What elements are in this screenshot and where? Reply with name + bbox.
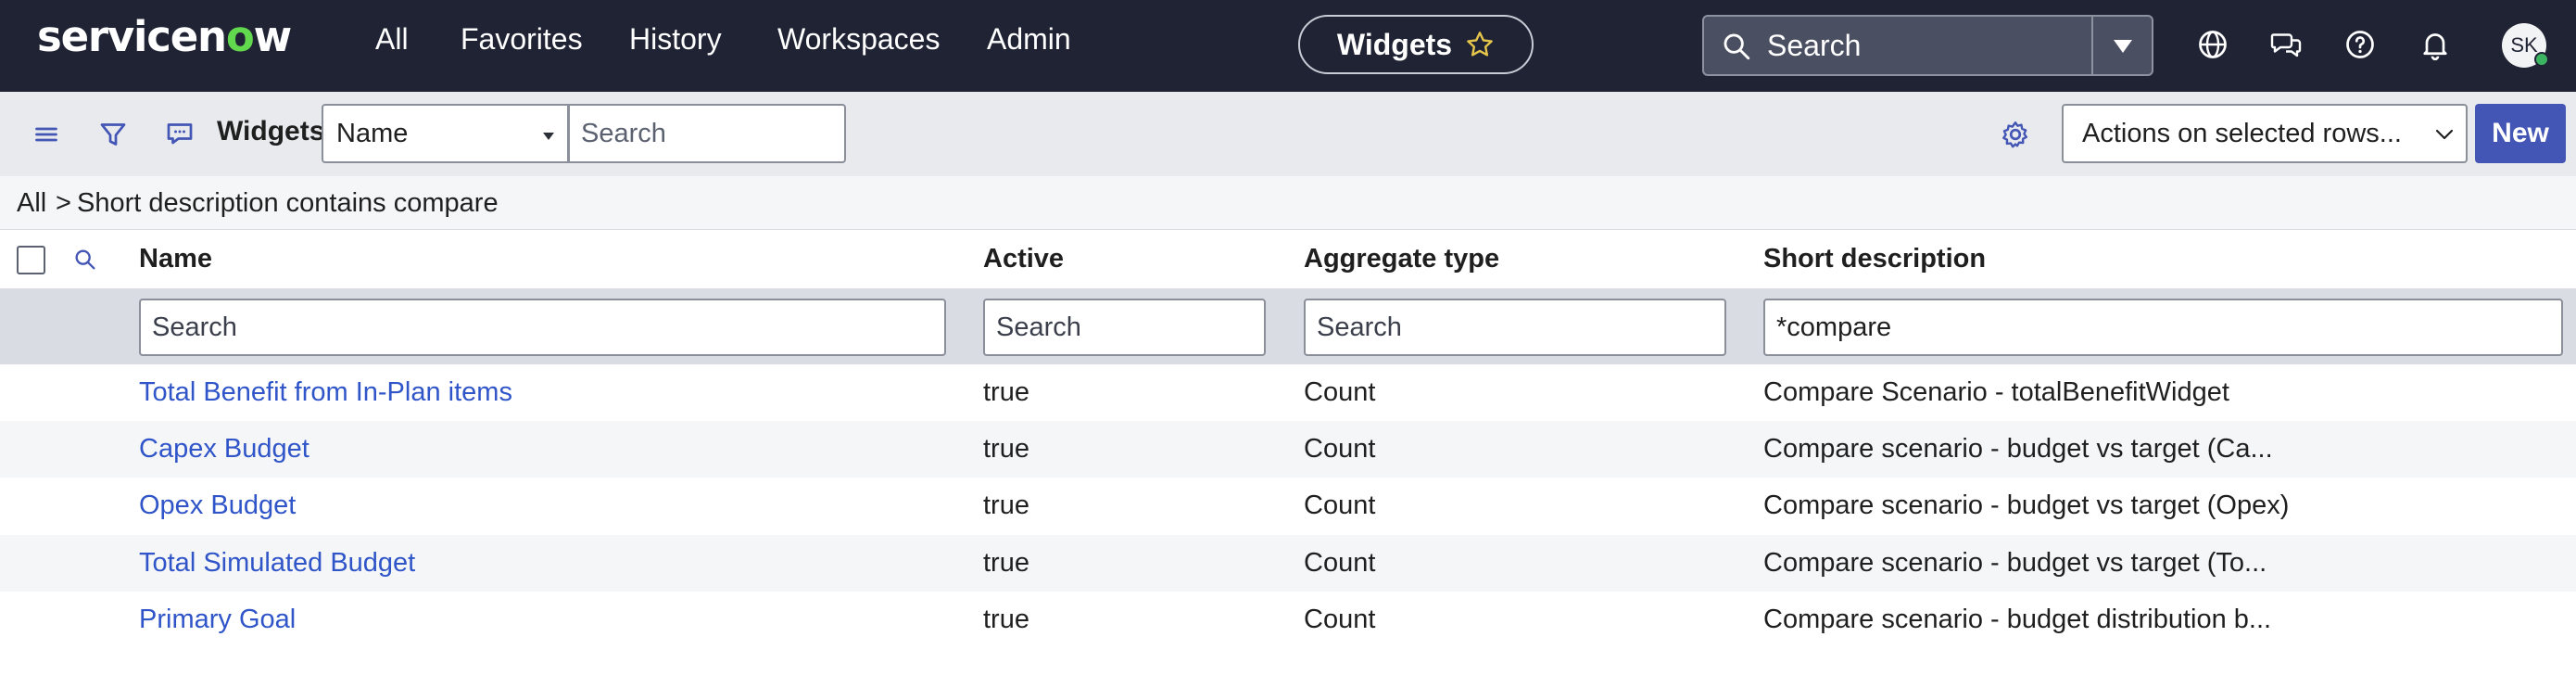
search-divider — [2091, 17, 2093, 74]
row-aggregate-type: Count — [1304, 490, 1376, 520]
column-header-active[interactable]: Active — [983, 244, 1064, 274]
row-aggregate-type: Count — [1304, 377, 1376, 407]
search-field-select[interactable]: Name — [322, 104, 569, 163]
global-search-placeholder[interactable]: Search — [1767, 29, 1861, 63]
row-short-description: Compare Scenario - totalBenefitWidget — [1763, 377, 2229, 407]
select-caret-icon — [543, 133, 554, 140]
column-header-name[interactable]: Name — [139, 244, 212, 274]
top-banner: servicenow All Favorites History Workspa… — [0, 0, 2576, 92]
column-search-toggle-icon[interactable] — [72, 247, 98, 273]
row-active: true — [983, 434, 1029, 464]
help-icon[interactable] — [2343, 28, 2377, 61]
breadcrumb-all[interactable]: All — [17, 188, 46, 219]
list-toolbar: Widgets Name Actions on selected rows...… — [0, 92, 2576, 176]
row-aggregate-type: Count — [1304, 434, 1376, 464]
actions-select-value: Actions on selected rows... — [2082, 119, 2402, 148]
presence-status-dot — [2534, 52, 2549, 67]
hamburger-menu-icon[interactable] — [30, 118, 63, 151]
nav-favorites[interactable]: Favorites — [461, 20, 583, 57]
nav-workspaces[interactable]: Workspaces — [777, 20, 940, 57]
row-active: true — [983, 490, 1029, 520]
breadcrumb-separator: > — [56, 188, 71, 218]
row-short-description: Compare scenario - budget distribution b… — [1763, 605, 2272, 634]
column-header-short-description[interactable]: Short description — [1763, 244, 1986, 274]
list-context-menu-icon[interactable] — [163, 118, 196, 151]
nav-admin[interactable]: Admin — [987, 20, 1071, 57]
nav-history[interactable]: History — [629, 20, 722, 57]
row-name-link[interactable]: Primary Goal — [139, 605, 296, 635]
row-name-link[interactable]: Total Simulated Budget — [139, 548, 415, 579]
favorite-star-icon[interactable] — [1465, 30, 1495, 59]
table-row: Total Benefit from In-Plan items true Co… — [0, 364, 2576, 421]
row-name-link[interactable]: Opex Budget — [139, 490, 296, 521]
chevron-down-icon — [2435, 129, 2454, 140]
row-name-link[interactable]: Total Benefit from In-Plan items — [139, 377, 512, 408]
servicenow-logo[interactable]: servicenow — [37, 11, 292, 63]
search-icon — [1724, 33, 1750, 60]
select-all-checkbox[interactable] — [17, 246, 45, 274]
list-search-input[interactable] — [568, 104, 846, 163]
search-scope-dropdown-icon[interactable] — [2112, 37, 2134, 56]
global-search[interactable]: Search — [1702, 15, 2153, 76]
row-short-description: Compare scenario - budget vs target (Ope… — [1763, 490, 2290, 520]
table-row: Primary Goal true Count Compare scenario… — [0, 592, 2576, 648]
table-row: Total Simulated Budget true Count Compar… — [0, 535, 2576, 592]
actions-on-selected-rows-select[interactable]: Actions on selected rows... — [2062, 104, 2468, 163]
table-row: Opex Budget true Count Compare scenario … — [0, 478, 2576, 534]
nav-all[interactable]: All — [375, 20, 409, 57]
table-row: Capex Budget true Count Compare scenario… — [0, 421, 2576, 478]
row-name-link[interactable]: Capex Budget — [139, 434, 309, 465]
table-header: Name Active Aggregate type Short descrip… — [0, 231, 2576, 288]
filter-funnel-icon[interactable] — [96, 118, 130, 151]
aggregate-type-column-search-input[interactable] — [1304, 299, 1726, 356]
row-active: true — [983, 548, 1029, 578]
globe-icon[interactable] — [2196, 28, 2229, 61]
context-pill-label: Widgets — [1336, 27, 1453, 61]
search-field-select-value: Name — [336, 119, 409, 148]
row-active: true — [983, 377, 1029, 407]
breadcrumb: All > Short description contains compare — [0, 176, 2576, 230]
column-search-row — [0, 288, 2576, 364]
chat-icon[interactable] — [2269, 28, 2303, 61]
notifications-bell-icon[interactable] — [2418, 28, 2452, 61]
name-column-search-input[interactable] — [139, 299, 946, 356]
row-short-description: Compare scenario - budget vs target (To.… — [1763, 548, 2267, 578]
column-header-aggregate-type[interactable]: Aggregate type — [1304, 244, 1499, 274]
row-aggregate-type: Count — [1304, 605, 1376, 634]
short-description-column-search-input[interactable] — [1763, 299, 2563, 356]
context-pill-widgets[interactable]: Widgets — [1298, 15, 1534, 74]
breadcrumb-condition[interactable]: Short description contains compare — [77, 188, 499, 219]
list-settings-gear-icon[interactable] — [1999, 118, 2032, 151]
active-column-search-input[interactable] — [983, 299, 1266, 356]
list-title: Widgets — [217, 116, 325, 146]
row-active: true — [983, 605, 1029, 634]
row-aggregate-type: Count — [1304, 548, 1376, 578]
new-button[interactable]: New — [2475, 104, 2566, 163]
row-short-description: Compare scenario - budget vs target (Ca.… — [1763, 434, 2273, 464]
